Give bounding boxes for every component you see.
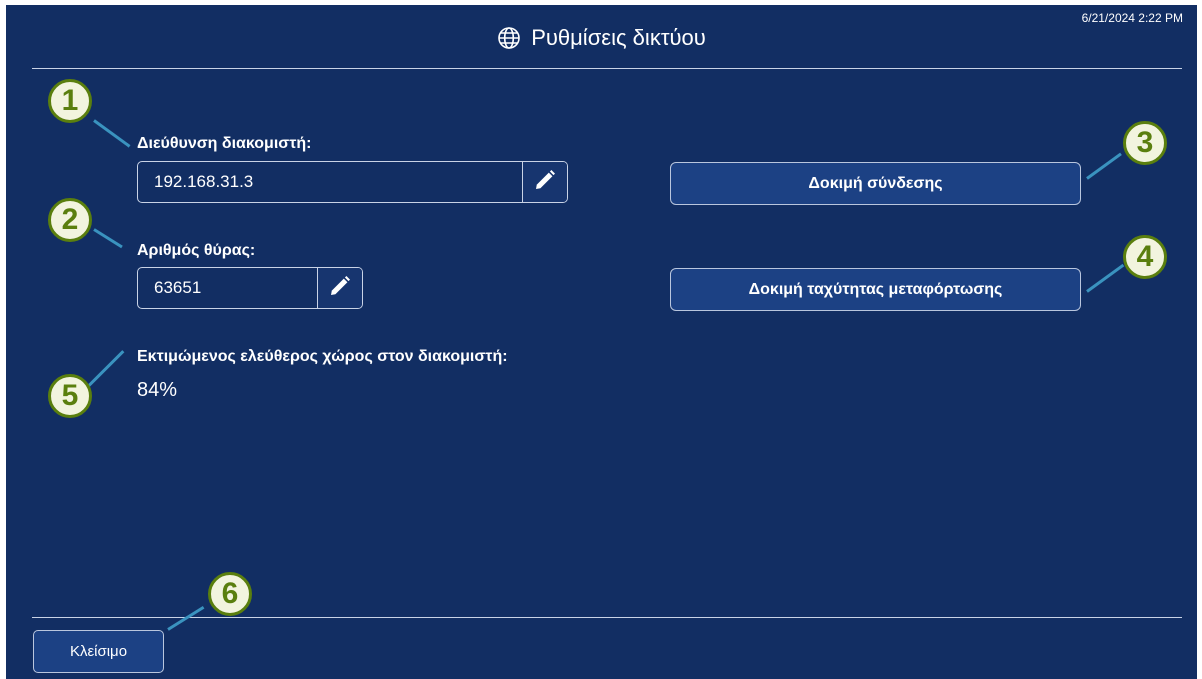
header: Ρυθμίσεις δικτύου: [6, 25, 1197, 51]
free-space-label: Εκτιμώμενος ελεύθερος χώρος στον διακομι…: [137, 348, 508, 365]
port-value[interactable]: 63651: [138, 268, 317, 308]
pencil-icon: [533, 168, 557, 197]
callout-line-2: [93, 228, 123, 249]
timestamp: 6/21/2024 2:22 PM: [1081, 11, 1183, 25]
callout-badge-4: 4: [1123, 235, 1167, 279]
network-settings-panel: 6/21/2024 2:22 PM Ρυθμίσεις δικτύου Διεύ…: [6, 5, 1197, 679]
callout-badge-3: 3: [1123, 121, 1167, 165]
header-divider: [32, 68, 1182, 69]
page-title: Ρυθμίσεις δικτύου: [531, 25, 706, 50]
edit-server-address-button[interactable]: [522, 162, 567, 202]
edit-port-button[interactable]: [317, 268, 362, 308]
callout-line-6: [167, 605, 205, 631]
test-connection-button[interactable]: Δοκιμή σύνδεσης: [670, 162, 1081, 205]
callout-badge-1: 1: [48, 79, 92, 123]
globe-icon: [497, 26, 521, 50]
callout-line-3: [1086, 152, 1122, 180]
close-button[interactable]: Κλείσιμο: [33, 630, 164, 673]
server-address-label: Διεύθυνση διακομιστή:: [137, 135, 312, 152]
callout-line-1: [93, 119, 131, 148]
test-upload-speed-button[interactable]: Δοκιμή ταχύτητας μεταφόρτωσης: [670, 268, 1081, 311]
pencil-icon: [328, 274, 352, 303]
footer-divider: [32, 617, 1182, 618]
server-address-field: 192.168.31.3: [137, 161, 568, 203]
server-address-value[interactable]: 192.168.31.3: [138, 162, 522, 202]
port-field: 63651: [137, 267, 363, 309]
callout-badge-2: 2: [48, 198, 92, 242]
port-label: Αριθμός θύρας:: [137, 242, 256, 259]
callout-badge-5: 5: [48, 374, 92, 418]
callout-line-4: [1086, 263, 1125, 293]
callout-line-5: [86, 350, 125, 388]
free-space-value: 84%: [137, 379, 178, 401]
callout-badge-6: 6: [208, 572, 252, 616]
